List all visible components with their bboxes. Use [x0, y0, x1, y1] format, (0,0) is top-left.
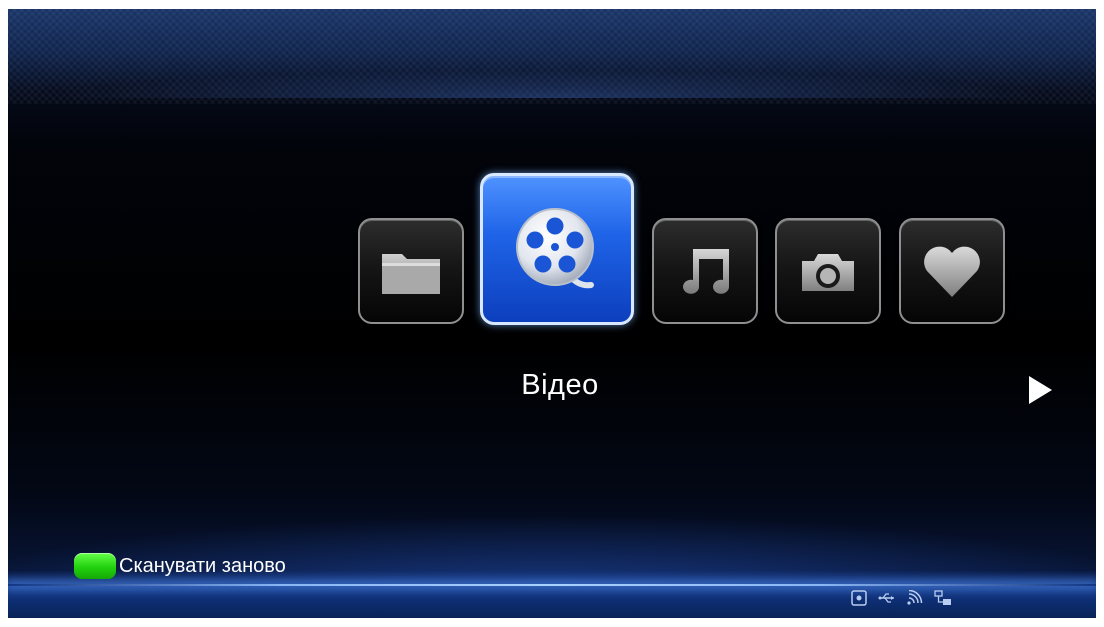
menu-tile-music[interactable] — [652, 218, 758, 324]
usb-icon — [878, 593, 894, 603]
menu-tile-favorites[interactable] — [899, 218, 1005, 324]
tv-menu-screen: Відео Сканувати заново — [8, 9, 1096, 618]
music-note-icon — [683, 249, 729, 294]
menu-tile-video[interactable] — [480, 173, 634, 325]
network-icon — [934, 590, 951, 605]
top-decor-band — [8, 9, 1096, 104]
wifi-icon — [907, 590, 923, 605]
disk-icon — [851, 590, 867, 606]
play-arrow-icon[interactable] — [1027, 375, 1053, 405]
rescan-hint-label: Сканувати заново — [119, 554, 286, 577]
heart-icon — [924, 246, 980, 297]
folder-icon — [382, 254, 440, 294]
film-reel-icon — [516, 208, 594, 289]
status-bar — [850, 590, 952, 606]
menu-tile-files[interactable] — [358, 218, 464, 324]
menu-tile-photo[interactable] — [775, 218, 881, 324]
camera-icon — [802, 254, 854, 291]
green-key-icon — [74, 553, 116, 579]
selected-item-label: Відео — [521, 369, 599, 401]
rescan-hint[interactable]: Сканувати заново — [74, 553, 286, 579]
